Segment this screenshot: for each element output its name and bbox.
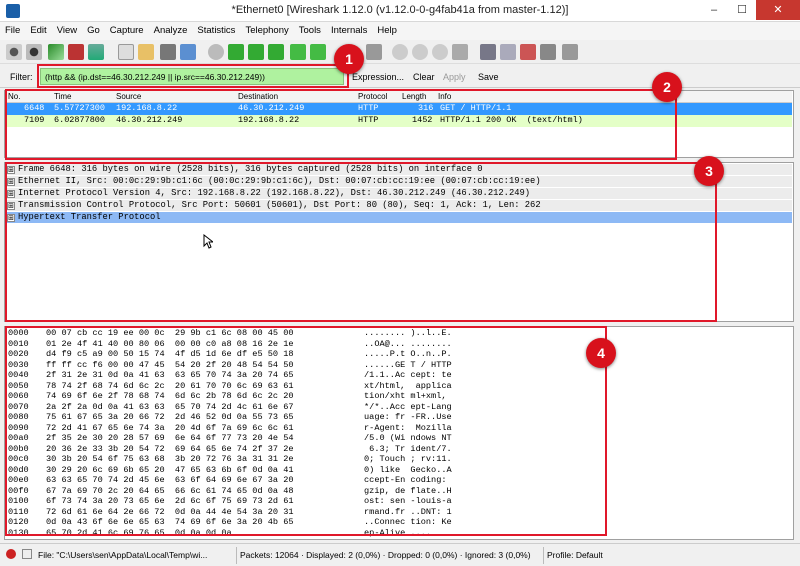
minimize-button[interactable]: –	[700, 0, 728, 20]
window-title: *Ethernet0 [Wireshark 1.12.0 (v1.12.0-0-…	[231, 4, 569, 16]
clear-button[interactable]: Clear	[413, 72, 435, 82]
expert-info-icon[interactable]	[6, 549, 16, 559]
status-bar: File: "C:\Users\sen\AppData\Local\Temp\w…	[0, 543, 800, 566]
apply-button[interactable]: Apply	[443, 72, 466, 82]
options-icon[interactable]	[26, 44, 42, 60]
close-button[interactable]: ✕	[756, 0, 800, 20]
zoom-out-icon[interactable]	[412, 44, 428, 60]
capture-filters-icon[interactable]	[480, 44, 496, 60]
coloring-rules-icon[interactable]	[520, 44, 536, 60]
marker-3: 3	[694, 156, 724, 186]
marker-1: 1	[334, 44, 364, 74]
status-file: File: "C:\Users\sen\AppData\Local\Temp\w…	[38, 550, 208, 560]
menu-capture[interactable]: Capture	[105, 22, 149, 39]
interfaces-icon[interactable]	[6, 44, 22, 60]
resize-columns-icon[interactable]	[452, 44, 468, 60]
go-forward-icon[interactable]	[248, 44, 264, 60]
menu-telephony[interactable]: Telephony	[240, 22, 293, 39]
display-filters-icon[interactable]	[500, 44, 516, 60]
marker-2: 2	[652, 72, 682, 102]
status-packets: Packets: 12064 · Displayed: 2 (0,0%) · D…	[240, 550, 531, 560]
normal-size-icon[interactable]	[432, 44, 448, 60]
help-icon[interactable]	[562, 44, 578, 60]
menu-go[interactable]: Go	[82, 22, 105, 39]
filter-label: Filter:	[10, 72, 33, 82]
menu-file[interactable]: File	[0, 22, 25, 39]
preferences-icon[interactable]	[540, 44, 556, 60]
menu-internals[interactable]: Internals	[326, 22, 372, 39]
zoom-in-icon[interactable]	[392, 44, 408, 60]
save-file-icon[interactable]	[138, 44, 154, 60]
menu-edit[interactable]: Edit	[25, 22, 51, 39]
reload-icon[interactable]	[180, 44, 196, 60]
start-capture-icon[interactable]	[48, 44, 64, 60]
status-profile[interactable]: Profile: Default	[547, 550, 603, 560]
maximize-button[interactable]: ☐	[728, 0, 756, 20]
close-file-icon[interactable]	[160, 44, 176, 60]
annotation-box-2	[5, 89, 677, 160]
menu-tools[interactable]: Tools	[294, 22, 326, 39]
annotation-box-4	[5, 326, 607, 536]
last-packet-icon[interactable]	[310, 44, 326, 60]
colorize-icon[interactable]	[366, 44, 382, 60]
menu-view[interactable]: View	[52, 22, 82, 39]
capture-comments-icon[interactable]	[22, 549, 32, 559]
marker-4: 4	[586, 338, 616, 368]
main-toolbar	[0, 40, 800, 64]
menu-bar: File Edit View Go Capture Analyze Statistics Te…	[0, 22, 800, 40]
menu-statistics[interactable]: Statistics	[192, 22, 240, 39]
status-separator	[236, 547, 237, 564]
menu-help[interactable]: Help	[372, 22, 402, 39]
annotation-box-1	[37, 64, 349, 88]
annotation-box-3	[5, 162, 717, 322]
save-filter-button[interactable]: Save	[478, 72, 499, 82]
restart-capture-icon[interactable]	[88, 44, 104, 60]
find-packet-icon[interactable]	[208, 44, 224, 60]
open-file-icon[interactable]	[118, 44, 134, 60]
expression-button[interactable]: Expression...	[352, 72, 404, 82]
status-separator	[543, 547, 544, 564]
title-bar: *Ethernet0 [Wireshark 1.12.0 (v1.12.0-0-…	[0, 0, 800, 22]
first-packet-icon[interactable]	[290, 44, 306, 60]
menu-analyze[interactable]: Analyze	[149, 22, 193, 39]
go-back-icon[interactable]	[228, 44, 244, 60]
go-to-packet-icon[interactable]	[268, 44, 284, 60]
stop-capture-icon[interactable]	[68, 44, 84, 60]
